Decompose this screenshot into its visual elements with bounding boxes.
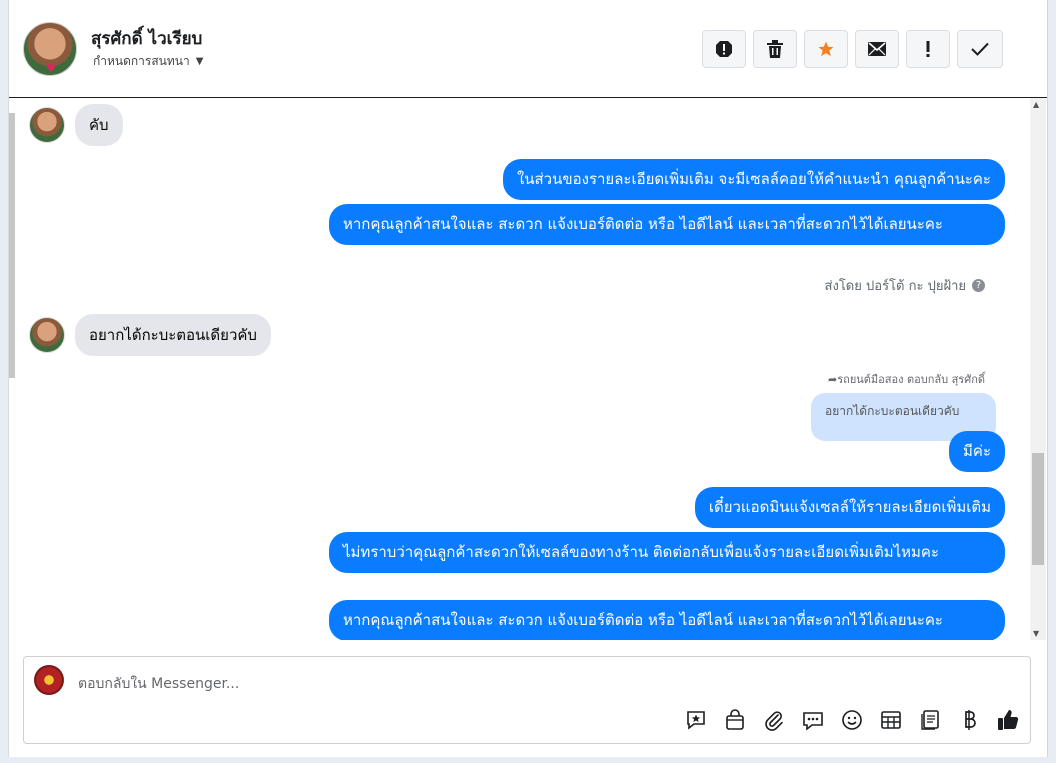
notes-button[interactable] [917, 707, 942, 732]
saved-reply-icon [686, 710, 705, 730]
saved-reply-button[interactable] [683, 707, 708, 732]
report-icon [716, 41, 732, 57]
incoming-message: อยากได้กะบะตอนเดียวคับ [29, 314, 271, 356]
outgoing-message-bubble[interactable]: ไม่ทราบว่าคุณลูกค้าสะดวกให้เซลล์ของทางร้… [329, 532, 1005, 573]
assign-conversation-dropdown[interactable]: กำหนดการสนทนา ▼ [93, 52, 203, 71]
help-icon[interactable]: ? [972, 279, 985, 292]
reply-note-text: รถยนต์มือสอง ตอบกลับ สุรศักดิ์ [837, 373, 985, 386]
heart-icon: ♥ [46, 62, 56, 75]
check-icon [971, 42, 989, 56]
table-icon [880, 710, 901, 729]
outgoing-message-bubble[interactable]: มีค่ะ [949, 431, 1005, 472]
like-button[interactable] [995, 707, 1020, 732]
star-button[interactable] [804, 30, 848, 68]
messenger-panel: ♥ สุรศักดิ์ ไวเรียบ กำหนดการสนทนา ▼ คับ … [8, 0, 1048, 757]
report-button[interactable] [702, 30, 746, 68]
message-bubble[interactable]: คับ [75, 104, 123, 146]
emoji-button[interactable] [839, 707, 864, 732]
outgoing-message-bubble[interactable]: หากคุณลูกค้าสนใจและ สะดวก แจ้งเบอร์ติดต่… [329, 204, 1005, 245]
mail-icon [868, 42, 886, 56]
payment-button[interactable] [956, 707, 981, 732]
mark-unread-button[interactable] [855, 30, 899, 68]
important-icon [926, 41, 930, 57]
caret-down-icon: ▼ [195, 56, 204, 67]
conversation-header: ♥ สุรศักดิ์ ไวเรียบ กำหนดการสนทนา ▼ [9, 0, 1047, 98]
scrollbar-thumb[interactable] [1032, 453, 1044, 565]
reply-icon: ➦ [828, 373, 838, 386]
sent-by-text: ส่งโดย ปอร์โต้ กะ ปุยฝ้าย [824, 279, 966, 294]
like-icon [997, 709, 1018, 730]
delete-button[interactable] [753, 30, 797, 68]
important-button[interactable] [906, 30, 950, 68]
message-bubble[interactable]: อยากได้กะบะตอนเดียวคับ [75, 314, 271, 356]
chat-icon [802, 711, 823, 731]
composer-toolbar [683, 707, 1020, 732]
outgoing-message-bubble[interactable]: เดี๋ยวแอดมินแจ้งเซลล์ให้รายละเอียดเพิ่มเ… [694, 487, 1005, 528]
table-button[interactable] [878, 707, 903, 732]
sender-avatar[interactable] [29, 317, 65, 353]
attach-button[interactable] [761, 707, 786, 732]
thread-scrollbar[interactable]: ▲ ▼ [1030, 98, 1046, 640]
sent-by-label: ส่งโดย ปอร์โต้ กะ ปุยฝ้าย ? [825, 275, 985, 296]
page-avatar [34, 665, 64, 695]
contact-avatar[interactable]: ♥ [23, 22, 77, 76]
message-thread[interactable]: คับ ในส่วนของรายละเอียดเพิ่มเติม จะมีเซล… [9, 98, 1029, 640]
chat-button[interactable] [800, 707, 825, 732]
outgoing-message-bubble[interactable]: หากคุณลูกค้าสนใจและ สะดวก แจ้งเบอร์ติดต่… [329, 600, 1005, 640]
contact-name[interactable]: สุรศักดิ์ ไวเรียบ [91, 25, 202, 52]
notes-icon [920, 709, 939, 730]
baht-icon [964, 709, 976, 730]
trash-icon [767, 40, 783, 58]
shop-button[interactable] [722, 707, 747, 732]
shop-icon [725, 708, 744, 730]
sender-avatar[interactable] [29, 107, 65, 143]
emoji-icon [841, 709, 862, 730]
outgoing-message-bubble[interactable]: ในส่วนของรายละเอียดเพิ่มเติม จะมีเซลล์คอ… [502, 159, 1005, 200]
reply-composer[interactable]: ตอบกลับใน Messenger... [23, 656, 1031, 744]
scroll-up-arrow-icon[interactable]: ▲ [1033, 100, 1039, 109]
scroll-down-arrow-icon[interactable]: ▼ [1033, 629, 1039, 638]
header-toolbar [702, 30, 1003, 68]
assign-label: กำหนดการสนทนา [93, 54, 190, 68]
mark-done-button[interactable] [957, 30, 1003, 68]
incoming-message: คับ [29, 104, 123, 146]
star-icon [818, 41, 834, 57]
reply-note: ➦รถยนต์มือสอง ตอบกลับ สุรศักดิ์ [828, 370, 985, 388]
reply-input[interactable]: ตอบกลับใน Messenger... [78, 673, 239, 695]
attach-icon [764, 710, 783, 731]
